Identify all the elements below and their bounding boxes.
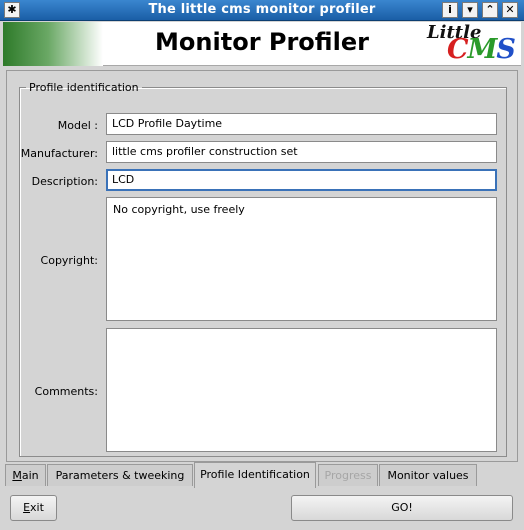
tab-monitor-values[interactable]: Monitor values [379, 464, 477, 486]
maximize-button-icon[interactable]: ⌃ [482, 2, 498, 18]
manufacturer-input[interactable]: little cms profiler construction set [106, 141, 497, 163]
description-label: Description: [31, 175, 98, 188]
exit-button[interactable]: Exit [10, 495, 57, 521]
shade-button-icon[interactable]: ▾ [462, 2, 478, 18]
copyright-label: Copyright: [40, 254, 98, 267]
logo-cms-text: CMS [447, 34, 516, 65]
group-legend: Profile identification [29, 81, 139, 94]
tab-parameters[interactable]: Parameters & tweeking [47, 464, 193, 486]
info-button-icon[interactable]: i [442, 2, 458, 18]
manufacturer-label: Manufacturer: [20, 147, 98, 160]
model-input[interactable]: LCD Profile Daytime [106, 113, 497, 135]
comments-label: Comments: [34, 385, 98, 398]
description-input[interactable]: LCD [106, 169, 497, 191]
exit-mnemonic: E [23, 501, 31, 514]
model-label: Model : [57, 119, 98, 132]
logo-c: C [447, 34, 468, 65]
tab-bar: Main Parameters & tweeking Profile Ident… [0, 462, 524, 488]
tab-main[interactable]: Main [5, 464, 46, 486]
exit-label: xit [30, 501, 44, 514]
tab-progress: Progress [318, 464, 378, 486]
go-button[interactable]: GO! [291, 495, 513, 521]
close-button-icon[interactable]: ✕ [502, 2, 518, 18]
comments-textarea[interactable] [106, 328, 497, 452]
logo-m: M [467, 34, 498, 65]
tab-main-label: ain [21, 469, 39, 482]
tab-profile-identification[interactable]: Profile Identification [194, 462, 316, 488]
app-header: Monitor Profiler Little CMS [3, 22, 521, 66]
tab-main-mnemonic: M [12, 469, 22, 482]
copyright-textarea[interactable]: No copyright, use freely [106, 197, 497, 321]
title-bar[interactable]: ✱ The little cms monitor profiler i ▾ ⌃ … [0, 0, 524, 21]
profile-identification-group: Profile identification Model : LCD Profi… [19, 81, 507, 457]
logo-s: S [496, 34, 515, 65]
profile-identification-panel: Profile identification Model : LCD Profi… [6, 70, 518, 462]
littlecms-logo: Little CMS [421, 22, 516, 66]
